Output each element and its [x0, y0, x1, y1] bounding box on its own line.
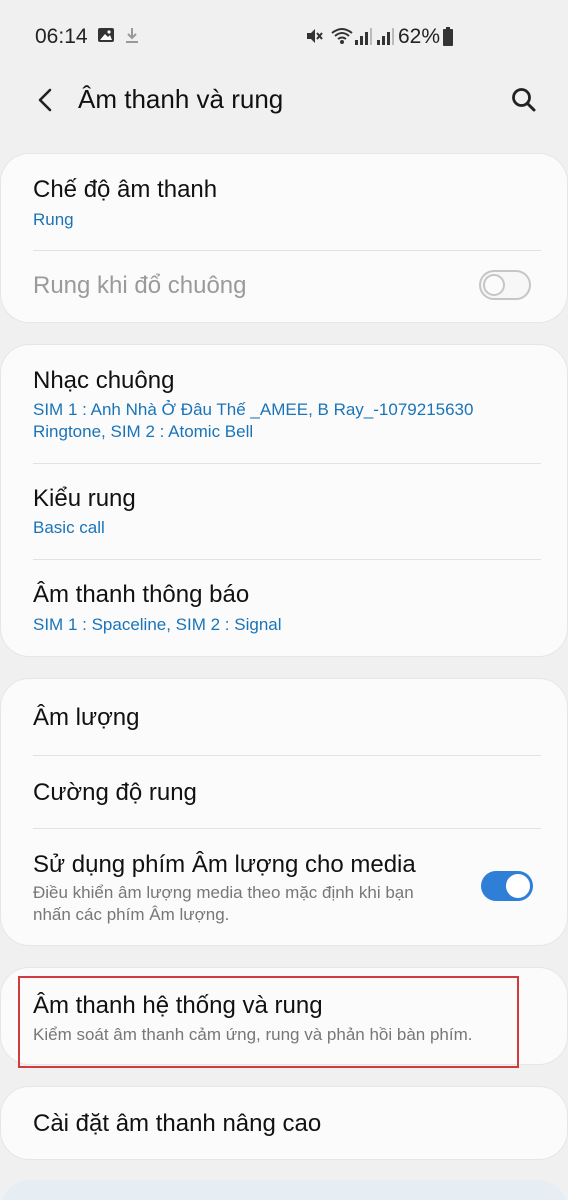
sound-mode-card: Chế độ âm thanh Rung Rung khi đổ chuông [1, 154, 567, 322]
media-volume-keys-toggle[interactable] [481, 871, 533, 901]
volume-title: Âm lượng [33, 704, 140, 731]
vibration-intensity-item[interactable]: Cường độ rung [1, 756, 567, 828]
media-volume-keys-title: Sử dụng phím Âm lượng cho media [33, 851, 416, 878]
media-volume-keys-desc-line1: Điều khiển âm lượng media theo mặc định … [33, 883, 414, 902]
status-time: 06:14 [35, 25, 88, 48]
signal-icon [354, 26, 372, 51]
search-button[interactable] [506, 82, 542, 118]
advanced-sound-title: Cài đặt âm thanh nâng cao [33, 1110, 322, 1137]
notification-sound-title: Âm thanh thông báo [33, 581, 250, 608]
sound-mode-item[interactable]: Chế độ âm thanh Rung [1, 154, 567, 250]
toggle-knob [504, 872, 532, 900]
back-arrow-icon [38, 88, 52, 112]
sound-mode-title: Chế độ âm thanh [33, 176, 218, 203]
app-bar: Âm thanh và rung [0, 72, 568, 132]
battery-icon [442, 27, 454, 52]
vibration-pattern-title: Kiểu rung [33, 485, 136, 512]
media-volume-keys-desc-line2: nhấn các phím Âm lượng. [33, 905, 230, 924]
page-title: Âm thanh và rung [78, 84, 284, 114]
download-icon [124, 26, 140, 51]
ringtone-card: Nhạc chuông SIM 1 : Anh Nhà Ở Đâu Thế _A… [1, 345, 567, 656]
back-button[interactable] [28, 82, 64, 118]
gallery-icon [97, 26, 115, 49]
bottom-card-edge [1, 1180, 567, 1200]
vibrate-while-ringing-toggle[interactable] [479, 270, 531, 300]
advanced-sound-item[interactable]: Cài đặt âm thanh nâng cao [1, 1087, 567, 1159]
highlight-box [18, 976, 519, 1068]
status-bar: 06:14 62% [0, 0, 568, 72]
mute-icon [304, 26, 324, 51]
battery-percent: 62% [398, 25, 441, 48]
volume-item[interactable]: Âm lượng [1, 679, 567, 755]
ringtone-item[interactable]: Nhạc chuông SIM 1 : Anh Nhà Ở Đâu Thế _A… [1, 345, 567, 463]
ringtone-title: Nhạc chuông [33, 367, 175, 394]
sound-mode-value: Rung [33, 210, 74, 229]
wifi-icon [330, 26, 354, 51]
vibration-pattern-value: Basic call [33, 518, 105, 537]
volume-card: Âm lượng Cường độ rung Sử dụng phím Âm l… [1, 679, 567, 945]
vibrate-while-ringing-item[interactable]: Rung khi đổ chuông [1, 251, 567, 321]
notification-sound-item[interactable]: Âm thanh thông báo SIM 1 : Spaceline, SI… [1, 560, 567, 656]
advanced-sound-card: Cài đặt âm thanh nâng cao [1, 1087, 567, 1159]
vibrate-while-ringing-label: Rung khi đổ chuông [33, 272, 247, 299]
vibration-pattern-item[interactable]: Kiểu rung Basic call [1, 464, 567, 560]
notification-sound-value: SIM 1 : Spaceline, SIM 2 : Signal [33, 615, 282, 634]
vibration-intensity-title: Cường độ rung [33, 779, 197, 806]
media-volume-keys-item[interactable]: Sử dụng phím Âm lượng cho media Điều khi… [1, 829, 567, 945]
search-icon [512, 88, 536, 112]
signal-icon [376, 26, 394, 51]
ringtone-value-line1: SIM 1 : Anh Nhà Ở Đâu Thế _AMEE, B Ray_-… [33, 400, 474, 419]
toggle-knob [483, 274, 505, 296]
ringtone-value-line2: Ringtone, SIM 2 : Atomic Bell [33, 422, 254, 441]
